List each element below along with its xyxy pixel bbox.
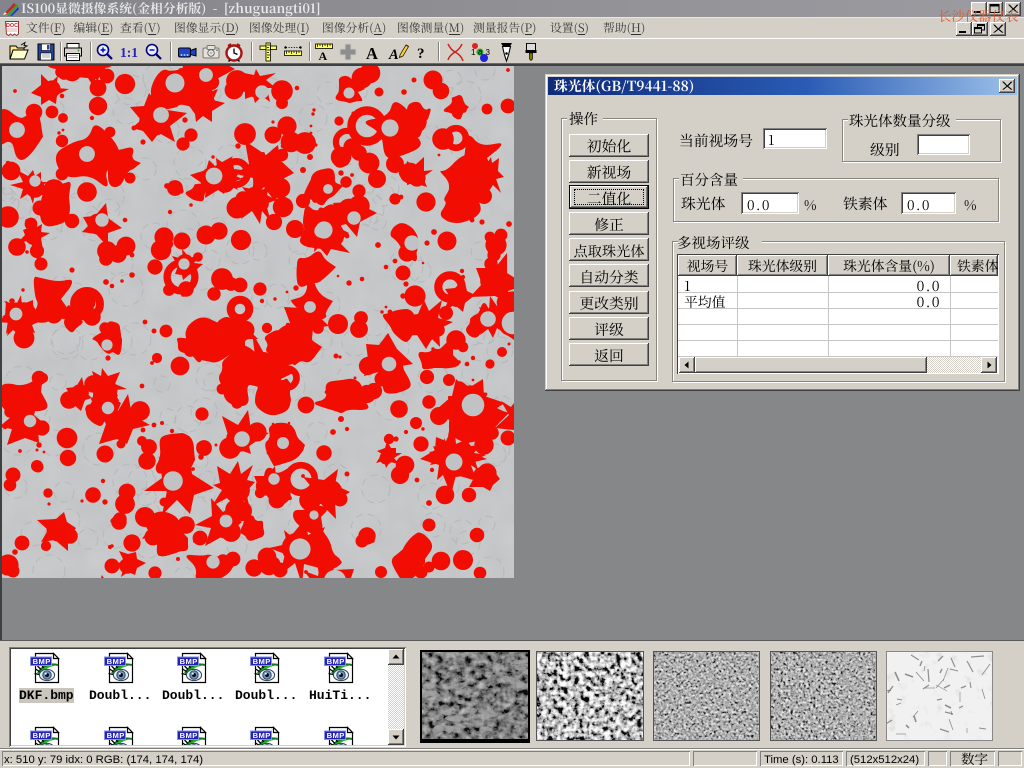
svg-text:BMP: BMP [327, 731, 345, 740]
svg-text:BMP: BMP [33, 657, 51, 666]
svg-text:a: a [478, 48, 483, 57]
svg-text:A: A [366, 44, 378, 63]
svg-text:3: 3 [486, 48, 491, 57]
svg-text:1:1: 1:1 [120, 45, 138, 60]
svg-text:BMP: BMP [107, 731, 125, 740]
svg-text:A: A [319, 49, 328, 63]
svg-text:A: A [388, 47, 399, 63]
svg-text:?: ? [417, 46, 425, 62]
svg-text:1: 1 [471, 48, 476, 57]
svg-text:BMP: BMP [253, 657, 271, 666]
svg-text:DOC: DOC [6, 23, 18, 29]
svg-text:BMP: BMP [33, 731, 51, 740]
svg-text:BMP: BMP [253, 731, 271, 740]
svg-text:BMP: BMP [327, 657, 345, 666]
svg-text:BMP: BMP [107, 657, 125, 666]
svg-text:BMP: BMP [180, 657, 198, 666]
svg-text:BMP: BMP [180, 731, 198, 740]
